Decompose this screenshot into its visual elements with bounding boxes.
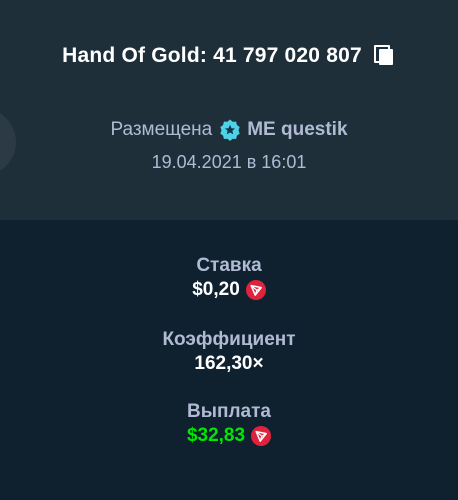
bet-title: Hand Of Gold: 41 797 020 807: [62, 44, 362, 67]
copy-icon[interactable]: [373, 45, 396, 67]
star-badge-icon: [220, 119, 240, 141]
bet-amount-row: $0,20: [0, 278, 458, 302]
bet-datetime: 19.04.2021 в 16:01: [151, 152, 307, 172]
payout-row: $32,83: [0, 424, 458, 448]
multiplier-value: 162,30×: [194, 353, 264, 374]
payout-label: Выплата: [187, 401, 271, 422]
placed-by-row: Размещена ME questik: [0, 118, 458, 142]
payout-value: $32,83: [186, 425, 246, 446]
bet-header-panel: Hand Of Gold: 41 797 020 807 Размещена M…: [0, 0, 458, 220]
multiplier-block: Коэффициент 162,30×: [0, 328, 458, 376]
payout-block: Выплата $32,83: [0, 400, 458, 448]
bet-amount-label: Ставка: [196, 255, 262, 276]
tron-coin-icon: [251, 426, 272, 446]
bet-details-modal: Hand Of Gold: 41 797 020 807 Размещена M…: [0, 0, 458, 500]
tron-coin-icon: [245, 280, 266, 300]
username-link[interactable]: ME questik: [247, 119, 347, 141]
multiplier-label: Коэффициент: [162, 329, 296, 350]
bet-amount-value: $0,20: [192, 279, 240, 300]
bet-amount-block: Ставка $0,20: [0, 254, 458, 302]
bet-title-row: Hand Of Gold: 41 797 020 807: [0, 44, 458, 68]
multiplier-row: 162,30×: [0, 352, 458, 376]
placed-label: Размещена: [110, 119, 213, 140]
bet-stats-panel: Ставка $0,20 Коэффициент 162,30× Выплата…: [0, 220, 458, 500]
